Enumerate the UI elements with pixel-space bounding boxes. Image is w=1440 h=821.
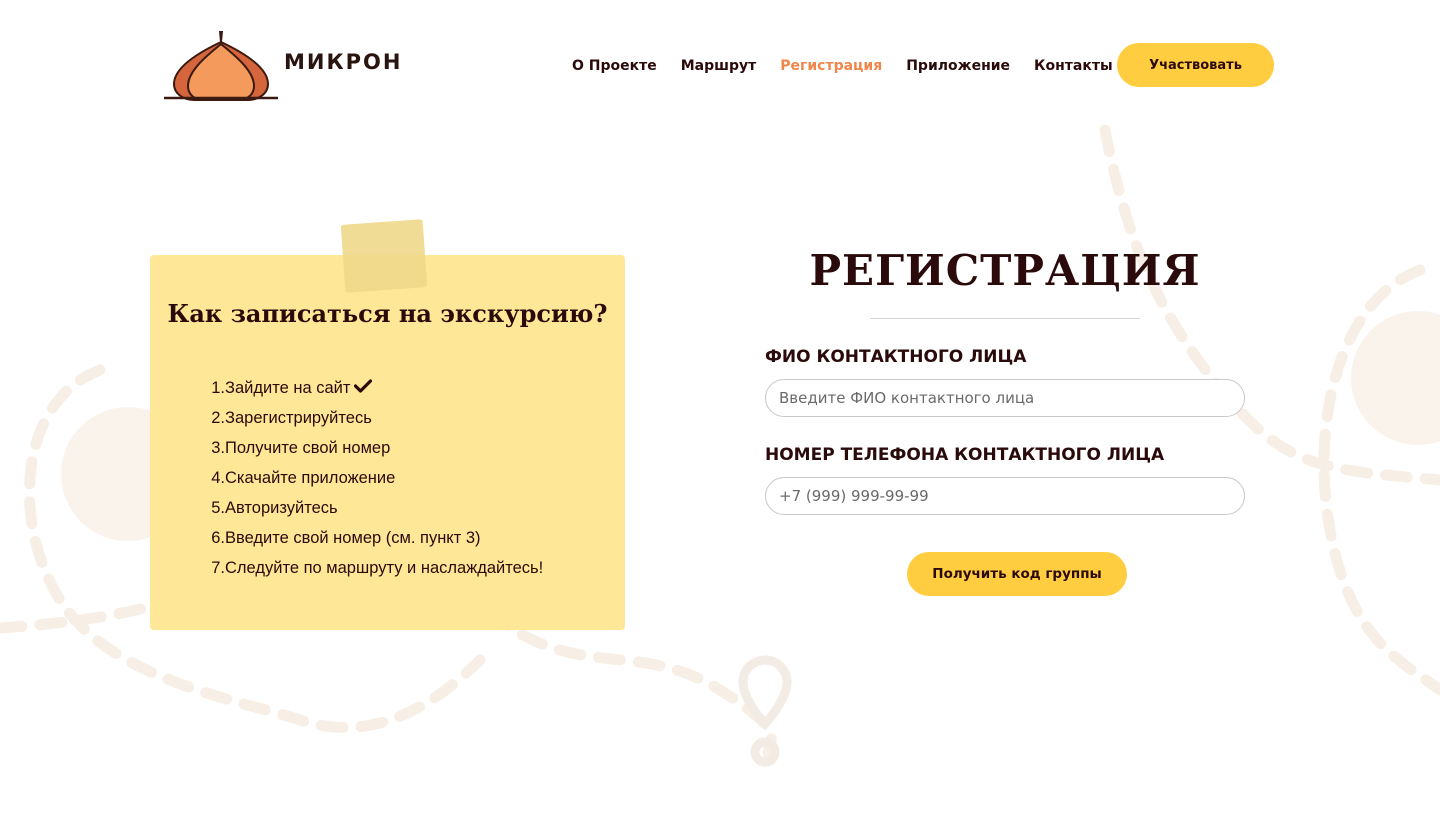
step-number: 6.	[211, 528, 225, 547]
step-text: Зайдите на сайт	[225, 378, 351, 397]
step-number: 7.	[211, 558, 225, 577]
step-text: Введите свой номер (см. пункт 3)	[225, 528, 481, 547]
step-item: 5. Авторизуйтесь	[206, 493, 543, 523]
step-text: Получите свой номер	[225, 438, 391, 457]
get-group-code-button[interactable]: Получить код группы	[907, 552, 1127, 596]
instructions-title: Как записаться на экскурсию?	[167, 299, 608, 328]
nav-item-about[interactable]: О Проекте	[572, 58, 657, 74]
tape-decoration	[340, 219, 428, 293]
step-text: Зарегистрируйтесь	[225, 408, 372, 427]
brand-logo[interactable]: МИКРОН	[164, 28, 404, 102]
participate-button[interactable]: Участвовать	[1117, 43, 1274, 87]
step-number: 5.	[211, 498, 225, 517]
registration-title: РЕГИСТРАЦИЯ	[809, 246, 1201, 295]
checkmark-icon	[354, 378, 373, 398]
step-item: 7. Следуйте по маршруту и наслаждайтесь!	[206, 553, 543, 583]
brand-name: МИКРОН	[284, 50, 403, 74]
nav-item-registration[interactable]: Регистрация	[780, 58, 882, 74]
step-item: 1. Зайдите на сайт	[206, 373, 543, 403]
step-number: 1.	[211, 378, 225, 397]
step-number: 4.	[211, 468, 225, 487]
title-divider	[870, 318, 1140, 319]
steps-list: 1. Зайдите на сайт 2. Зарегистрируйтесь …	[206, 373, 543, 583]
main-nav: О Проекте Маршрут Регистрация Приложение…	[572, 58, 1113, 74]
step-number: 2.	[211, 408, 225, 427]
step-number: 3.	[211, 438, 225, 457]
phone-label: НОМЕР ТЕЛЕФОНА КОНТАКТНОГО ЛИЦА	[765, 445, 1165, 465]
step-item: 2. Зарегистрируйтесь	[206, 403, 543, 433]
fullname-input[interactable]	[765, 379, 1245, 417]
step-text: Скачайте приложение	[225, 468, 396, 487]
onion-dome-logo-icon	[164, 31, 278, 101]
nav-item-route[interactable]: Маршрут	[681, 58, 757, 74]
instructions-card: Как записаться на экскурсию? 1. Зайдите …	[150, 255, 625, 630]
step-text: Следуйте по маршруту и наслаждайтесь!	[225, 558, 544, 577]
step-item: 4. Скачайте приложение	[206, 463, 543, 493]
nav-item-app[interactable]: Приложение	[906, 58, 1010, 74]
step-item: 6. Введите свой номер (см. пункт 3)	[206, 523, 543, 553]
step-item: 3. Получите свой номер	[206, 433, 543, 463]
phone-input[interactable]	[765, 477, 1245, 515]
step-text: Авторизуйтесь	[225, 498, 338, 517]
fullname-label: ФИО КОНТАКТНОГО ЛИЦА	[765, 347, 1027, 367]
nav-item-contacts[interactable]: Контакты	[1034, 58, 1113, 74]
